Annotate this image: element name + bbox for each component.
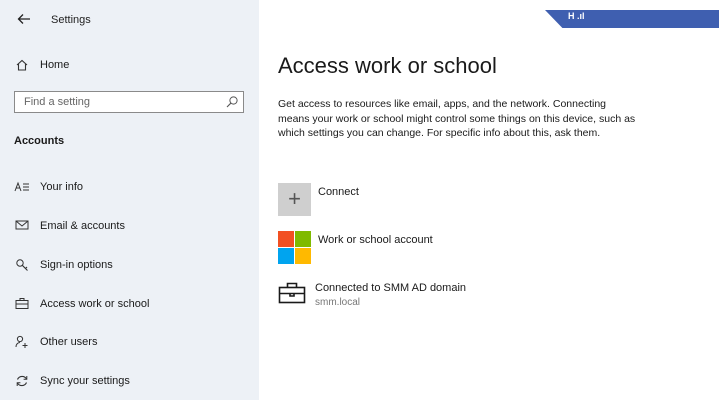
mail-icon xyxy=(14,219,30,235)
app-title: Settings xyxy=(51,14,91,26)
search-icon[interactable] xyxy=(225,95,239,109)
sidebar: Settings Home Find a setting Accounts Yo… xyxy=(0,0,259,400)
sync-icon xyxy=(14,374,30,390)
page-description: Get access to resources like email, apps… xyxy=(278,98,636,139)
sidebar-item-label: Access work or school xyxy=(40,298,150,310)
sidebar-item-label: Home xyxy=(40,59,70,71)
sidebar-item-label: Your info xyxy=(40,181,84,193)
briefcase-icon xyxy=(14,297,30,313)
page-title: Access work or school xyxy=(278,53,497,78)
sidebar-item-email-accounts[interactable]: Email & accounts xyxy=(0,212,259,242)
sidebar-item-other-users[interactable]: Other users xyxy=(0,328,259,358)
sidebar-item-sync-your-settings[interactable]: Sync your settings xyxy=(0,367,259,397)
person-add-icon xyxy=(14,335,30,351)
person-card-icon xyxy=(14,180,30,196)
section-title: Accounts xyxy=(14,135,65,147)
status-strip-text: H .ıl xyxy=(568,11,585,21)
work-account-label: Work or school account xyxy=(318,234,433,246)
sidebar-item-your-info[interactable]: Your info xyxy=(0,173,259,203)
sidebar-item-label: Sign-in options xyxy=(40,259,113,271)
sidebar-item-sign-in-options[interactable]: Sign-in options xyxy=(0,251,259,281)
work-school-account-item[interactable]: Work or school account xyxy=(278,231,478,264)
sidebar-item-home[interactable]: Home xyxy=(0,51,259,81)
sidebar-item-label: Other users xyxy=(40,336,98,348)
domain-connection-item[interactable]: Connected to SMM AD domain smm.local xyxy=(278,281,498,314)
back-arrow-icon[interactable] xyxy=(16,11,32,27)
key-icon xyxy=(14,258,30,274)
connect-button[interactable]: + Connect xyxy=(278,183,458,216)
sidebar-item-label: Email & accounts xyxy=(40,220,125,232)
domain-label: Connected to SMM AD domain xyxy=(315,282,467,294)
sidebar-item-access-work-or-school[interactable]: Access work or school xyxy=(0,290,259,320)
title-bar: Settings xyxy=(0,0,259,40)
microsoft-logo-icon xyxy=(278,231,311,264)
home-icon xyxy=(14,58,30,74)
domain-sub-label: smm.local xyxy=(315,297,361,308)
search-input[interactable]: Find a setting xyxy=(14,91,244,113)
briefcase-icon xyxy=(278,281,306,305)
sidebar-item-label: Sync your settings xyxy=(40,375,130,387)
plus-icon: + xyxy=(278,183,311,216)
connect-label: Connect xyxy=(318,186,359,198)
search-placeholder: Find a setting xyxy=(24,96,91,108)
